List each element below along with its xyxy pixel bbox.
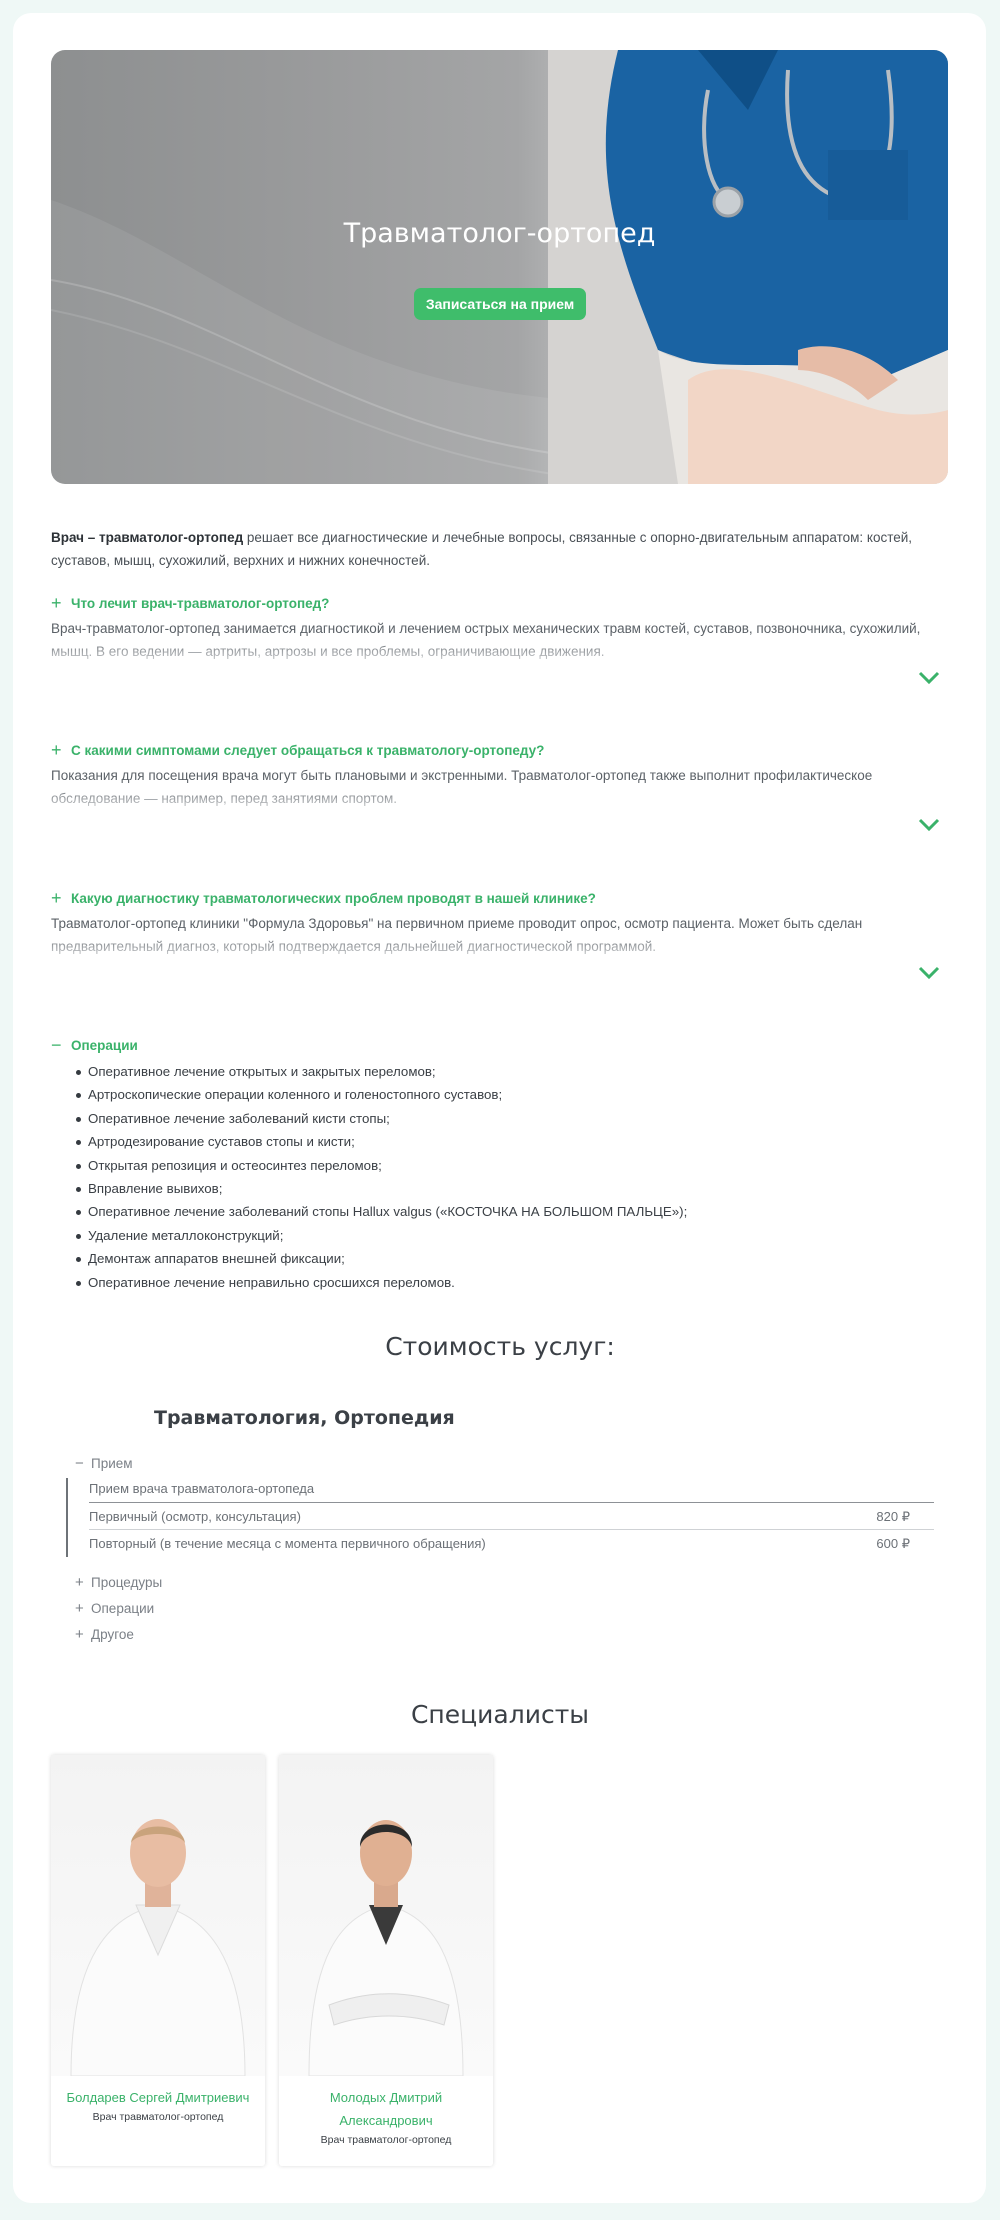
page-title: Травматолог-ортопед: [343, 218, 656, 249]
list-item: Оперативное лечение заболеваний стопы Ha…: [51, 1200, 948, 1223]
price-section-title: Травматология, Ортопедия: [154, 1407, 455, 1429]
chevron-down-icon[interactable]: [918, 671, 940, 685]
faq-question[interactable]: + Какую диагностику травматологических п…: [51, 888, 948, 908]
specialist-card[interactable]: Молодых Дмитрий Александрович Врач травм…: [279, 1755, 493, 2166]
doctor-photo: [279, 1755, 493, 2076]
list-item: Артродезирование суставов стопы и кисти;: [51, 1130, 948, 1153]
faq-item[interactable]: + С какими симптомами следует обращаться…: [51, 740, 948, 832]
faq-answer: Травматолог-ортопед клиники "Формула Здо…: [51, 916, 863, 954]
intro-paragraph: Врач – травматолог-ортопед решает все ди…: [51, 526, 948, 572]
faq-question[interactable]: + Что лечит врач-травматолог-ортопед?: [51, 593, 948, 613]
minus-icon: −: [75, 1454, 84, 1472]
list-item: Оперативное лечение заболеваний кисти ст…: [51, 1107, 948, 1130]
faq-question-text: С какими симптомами следует обращаться к…: [71, 742, 545, 758]
specialists-heading: Специалисты: [410, 1700, 590, 1729]
category-toggle-operations[interactable]: + Операции: [75, 1595, 933, 1621]
service-name: Повторный (в течение месяца с момента пе…: [89, 1536, 486, 1551]
intro-bold: Врач – травматолог-ортопед: [51, 530, 244, 545]
faq-item[interactable]: + Что лечит врач-травматолог-ортопед? Вр…: [51, 593, 948, 685]
category-toggle-priem[interactable]: − Прием: [75, 1450, 933, 1476]
operations-section: − Операции Оперативное лечение открытых …: [51, 1035, 948, 1294]
table-row: Первичный (осмотр, консультация) 820 ₽: [89, 1503, 934, 1530]
service-name: Первичный (осмотр, консультация): [89, 1509, 301, 1524]
specialist-name[interactable]: Молодых Дмитрий Александрович: [279, 2086, 493, 2132]
list-item: Артроскопические операции коленного и го…: [51, 1083, 948, 1106]
list-item: Оперативное лечение открытых и закрытых …: [51, 1060, 948, 1083]
category-toggle-procedures[interactable]: + Процедуры: [75, 1569, 933, 1595]
list-item: Удаление металлоконструкций;: [51, 1224, 948, 1247]
price-table: Прием врача травматолога-ортопеда Первич…: [66, 1478, 934, 1557]
prices-heading: Стоимость услуг:: [385, 1332, 615, 1361]
faq-question[interactable]: + С какими симптомами следует обращаться…: [51, 740, 948, 760]
faq-item[interactable]: + Какую диагностику травматологических п…: [51, 888, 948, 980]
book-appointment-button[interactable]: Записаться на прием: [414, 288, 586, 320]
plus-icon: +: [51, 739, 62, 760]
service-price: 600 ₽: [876, 1536, 910, 1551]
list-item: Вправление вывихов;: [51, 1177, 948, 1200]
category-label: Операции: [91, 1600, 155, 1616]
plus-icon: +: [75, 1599, 84, 1617]
specialist-role: Врач травматолог-ортопед: [320, 2134, 452, 2146]
chevron-down-icon[interactable]: [918, 966, 940, 980]
plus-icon: +: [75, 1625, 84, 1643]
list-item: Оперативное лечение неправильно сросшихс…: [51, 1271, 948, 1294]
operations-toggle[interactable]: − Операции: [51, 1035, 948, 1056]
category-label: Процедуры: [91, 1574, 163, 1590]
operations-list: Оперативное лечение открытых и закрытых …: [51, 1060, 948, 1294]
category-toggle-other[interactable]: + Другое: [75, 1621, 933, 1647]
faq-question-text: Что лечит врач-травматолог-ортопед?: [71, 595, 330, 611]
service-price: 820 ₽: [876, 1509, 910, 1524]
category-label: Прием: [91, 1455, 133, 1471]
doctor-photo: [51, 1755, 265, 2076]
list-item: Открытая репозиция и остеосинтез перелом…: [51, 1154, 948, 1177]
doctor-photo: [548, 50, 948, 484]
specialist-name[interactable]: Болдарев Сергей Дмитриевич: [51, 2086, 265, 2109]
faq-answer: Показания для посещения врача могут быть…: [51, 768, 873, 806]
operations-title: Операции: [71, 1038, 138, 1053]
plus-icon: +: [51, 887, 62, 908]
plus-icon: +: [75, 1573, 84, 1591]
specialists-list: Болдарев Сергей Дмитриевич Врач травмато…: [51, 1755, 493, 2166]
faq-answer: Врач-травматолог-ортопед занимается диаг…: [51, 621, 921, 659]
chevron-down-icon[interactable]: [918, 818, 940, 832]
plus-icon: +: [51, 592, 62, 613]
faq-question-text: Какую диагностику травматологических про…: [71, 890, 596, 906]
minus-icon: −: [51, 1035, 62, 1055]
list-item: Демонтаж аппаратов внешней фиксации;: [51, 1247, 948, 1270]
specialist-card[interactable]: Болдарев Сергей Дмитриевич Врач травмато…: [51, 1755, 265, 2166]
specialist-role: Врач травматолог-ортопед: [92, 2111, 224, 2123]
price-list: − Прием Прием врача травматолога-ортопед…: [66, 1450, 934, 1647]
table-row: Повторный (в течение месяца с момента пе…: [89, 1530, 934, 1557]
category-label: Другое: [91, 1626, 134, 1642]
hero-banner: Травматолог-ортопед Записаться на прием: [51, 50, 948, 484]
price-table-title: Прием врача травматолога-ортопеда: [89, 1478, 934, 1503]
